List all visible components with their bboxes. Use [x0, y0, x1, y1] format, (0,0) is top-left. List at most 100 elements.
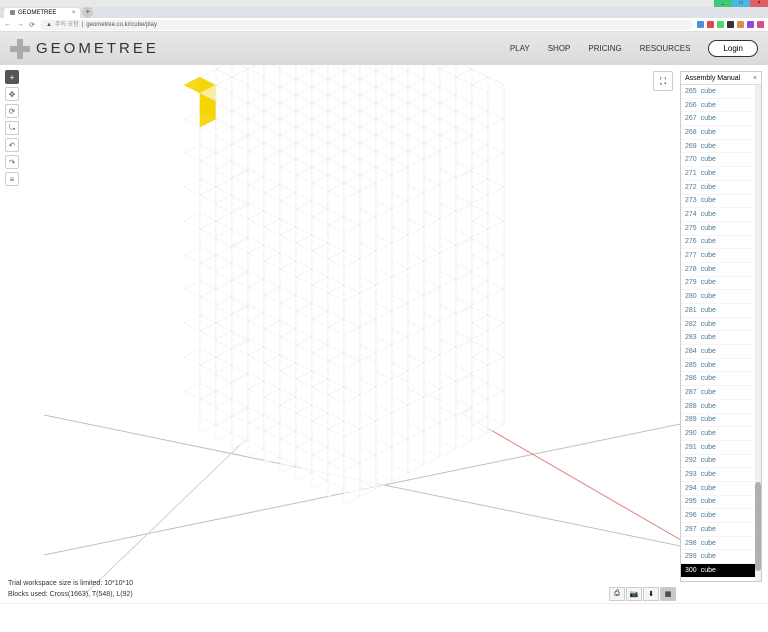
app-header: GEOMETREE PLAY SHOP PRICING RESOURCES Lo…: [0, 32, 768, 65]
extension-icon[interactable]: [707, 21, 714, 28]
manual-row[interactable]: 280cube: [681, 290, 761, 304]
manual-row[interactable]: 278cube: [681, 263, 761, 277]
print-button[interactable]: ⎙: [609, 587, 625, 601]
manual-row[interactable]: 300cube: [681, 564, 761, 578]
undo-button[interactable]: ↶: [5, 138, 19, 152]
manual-row[interactable]: 274cube: [681, 208, 761, 222]
reload-icon[interactable]: ⟳: [28, 21, 36, 29]
rotate-button[interactable]: ⟳: [5, 104, 19, 118]
manual-row-type: cube: [701, 512, 716, 519]
manual-row[interactable]: 298cube: [681, 537, 761, 551]
status-line-2: Blocks used: Cross(1663), T(548), L(92): [8, 589, 133, 600]
manual-row[interactable]: 276cube: [681, 236, 761, 250]
manual-row[interactable]: 284cube: [681, 345, 761, 359]
manual-row-type: cube: [701, 348, 716, 355]
scrollbar-track[interactable]: [755, 85, 761, 581]
window-maximize-button[interactable]: □: [732, 0, 750, 7]
manual-row[interactable]: 267cube: [681, 112, 761, 126]
scrollbar-thumb[interactable]: [755, 482, 761, 571]
bottom-bar: [0, 603, 768, 627]
extension-icon[interactable]: [727, 21, 734, 28]
nav-pricing[interactable]: PRICING: [588, 44, 621, 53]
extension-icon[interactable]: [737, 21, 744, 28]
manual-row[interactable]: 277cube: [681, 249, 761, 263]
manual-row[interactable]: 269cube: [681, 140, 761, 154]
nav-play[interactable]: PLAY: [510, 44, 530, 53]
manual-row-type: cube: [701, 197, 716, 204]
tab-close-icon[interactable]: ×: [72, 8, 76, 18]
manual-row-type: cube: [701, 307, 716, 314]
back-icon[interactable]: ←: [4, 21, 12, 29]
manual-row-num: 298: [685, 540, 697, 547]
manual-row-type: cube: [701, 184, 716, 191]
manual-row[interactable]: 270cube: [681, 153, 761, 167]
extension-icon[interactable]: [757, 21, 764, 28]
manual-row[interactable]: 271cube: [681, 167, 761, 181]
manual-row[interactable]: 279cube: [681, 277, 761, 291]
add-button[interactable]: +: [5, 70, 19, 84]
tab-favicon-icon: [10, 10, 15, 15]
manual-row-type: cube: [701, 389, 716, 396]
manual-row[interactable]: 290cube: [681, 427, 761, 441]
panel-list[interactable]: 265cube266cube267cube268cube269cube270cu…: [681, 85, 761, 581]
forward-icon[interactable]: →: [16, 21, 24, 29]
manual-row[interactable]: 299cube: [681, 550, 761, 564]
extension-icon[interactable]: [697, 21, 704, 28]
manual-row[interactable]: 293cube: [681, 468, 761, 482]
download-button[interactable]: ⬇: [643, 587, 659, 601]
orbit-button[interactable]: ⤿: [5, 121, 19, 135]
manual-row[interactable]: 275cube: [681, 222, 761, 236]
manual-row-type: cube: [701, 375, 716, 382]
manual-row[interactable]: 273cube: [681, 195, 761, 209]
manual-row[interactable]: 287cube: [681, 386, 761, 400]
manual-row[interactable]: 282cube: [681, 318, 761, 332]
extension-icons: [697, 21, 764, 28]
manual-row[interactable]: 266cube: [681, 99, 761, 113]
logo-icon: [10, 39, 30, 59]
manual-row[interactable]: 292cube: [681, 455, 761, 469]
manual-row[interactable]: 289cube: [681, 414, 761, 428]
manual-row[interactable]: 283cube: [681, 331, 761, 345]
list-button[interactable]: ≡: [5, 172, 19, 186]
manual-row-num: 286: [685, 375, 697, 382]
window-titlebar: _ □ ×: [0, 0, 768, 7]
fullscreen-button[interactable]: ⛶: [653, 71, 673, 91]
login-button[interactable]: Login: [708, 40, 758, 57]
manual-row-num: 291: [685, 444, 697, 451]
redo-button[interactable]: ↷: [5, 155, 19, 169]
manual-row[interactable]: 286 cube: [681, 372, 761, 386]
lock-icon: ▲: [46, 20, 52, 30]
extension-icon[interactable]: [717, 21, 724, 28]
manual-row-type: cube: [701, 102, 716, 109]
window-close-button[interactable]: ×: [750, 0, 768, 7]
grid-button[interactable]: ▦: [660, 587, 676, 601]
manual-row-num: 265: [685, 88, 697, 95]
nav-links: PLAY SHOP PRICING RESOURCES Login: [510, 40, 758, 57]
manual-row[interactable]: 297cube: [681, 523, 761, 537]
manual-row-type: cube: [701, 211, 716, 218]
panel-close-icon[interactable]: ×: [753, 75, 757, 82]
manual-row-num: 275: [685, 225, 697, 232]
url-input[interactable]: ▲ 주의 요함 | geometree.co.kr/cube/play: [40, 20, 693, 30]
manual-row[interactable]: 268cube: [681, 126, 761, 140]
extension-icon[interactable]: [747, 21, 754, 28]
camera-button[interactable]: 📷: [626, 587, 642, 601]
manual-row[interactable]: 281cube: [681, 304, 761, 318]
manual-row[interactable]: 296cube: [681, 509, 761, 523]
browser-tab[interactable]: GEOMETREE ×: [4, 8, 80, 18]
manual-row-num: 300: [685, 567, 697, 574]
viewport-3d[interactable]: [0, 65, 768, 627]
nav-resources[interactable]: RESOURCES: [640, 44, 691, 53]
manual-row[interactable]: 295cube: [681, 496, 761, 510]
manual-row[interactable]: 288cube: [681, 400, 761, 414]
nav-shop[interactable]: SHOP: [548, 44, 571, 53]
window-minimize-button[interactable]: _: [714, 0, 732, 7]
new-tab-button[interactable]: +: [82, 7, 93, 18]
manual-row[interactable]: 291cube: [681, 441, 761, 455]
move-button[interactable]: ✥: [5, 87, 19, 101]
manual-row[interactable]: 285cube: [681, 359, 761, 373]
manual-row[interactable]: 294cube: [681, 482, 761, 496]
manual-row[interactable]: 265cube: [681, 85, 761, 99]
manual-row-num: 282: [685, 321, 697, 328]
manual-row[interactable]: 272cube: [681, 181, 761, 195]
